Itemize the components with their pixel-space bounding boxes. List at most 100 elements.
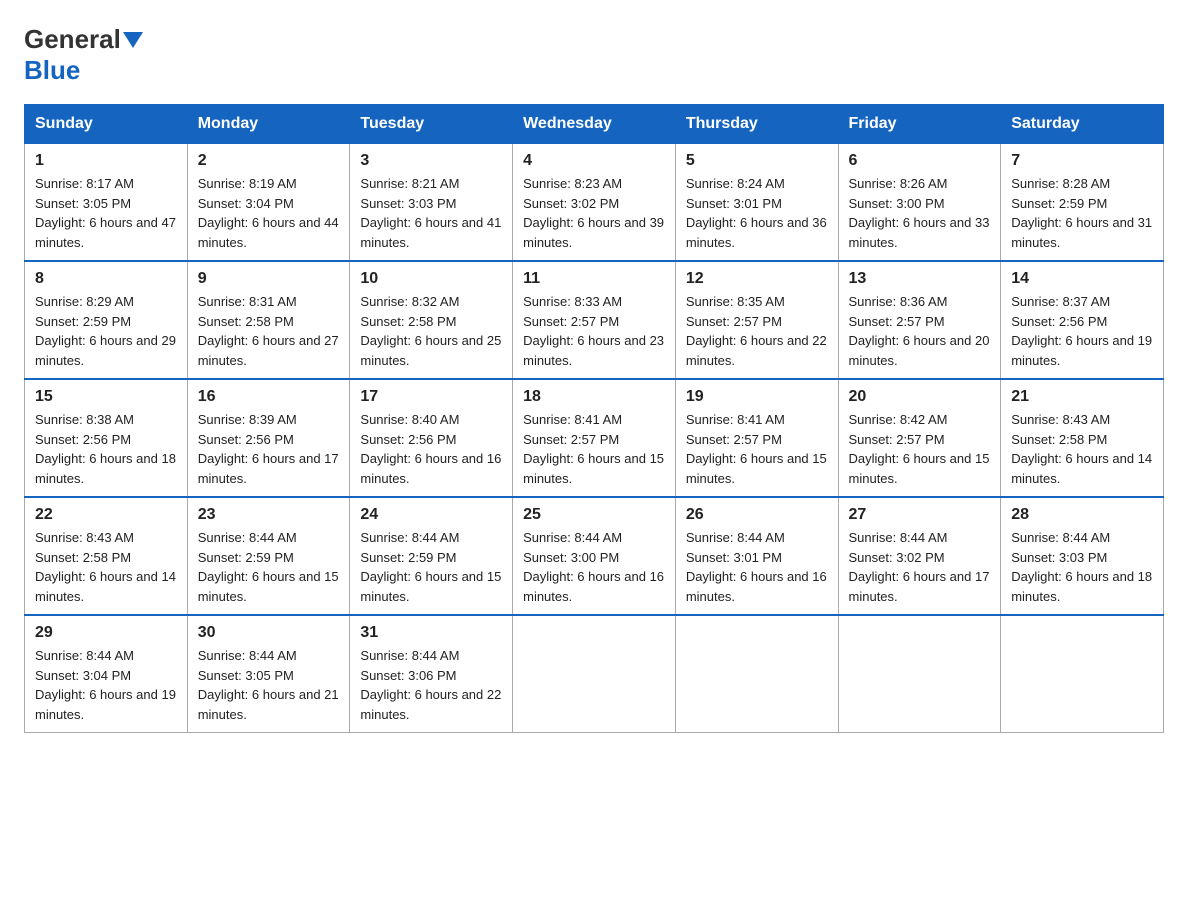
- day-info: Sunrise: 8:44 AMSunset: 3:02 PMDaylight:…: [849, 530, 990, 604]
- calendar-day-cell: 8 Sunrise: 8:29 AMSunset: 2:59 PMDayligh…: [25, 261, 188, 379]
- empty-day-cell: [1001, 615, 1164, 733]
- day-info: Sunrise: 8:23 AMSunset: 3:02 PMDaylight:…: [523, 176, 664, 250]
- day-info: Sunrise: 8:17 AMSunset: 3:05 PMDaylight:…: [35, 176, 176, 250]
- day-info: Sunrise: 8:28 AMSunset: 2:59 PMDaylight:…: [1011, 176, 1152, 250]
- page-header: General Blue: [24, 24, 1164, 86]
- day-number: 6: [849, 152, 991, 170]
- calendar-day-cell: 25 Sunrise: 8:44 AMSunset: 3:00 PMDaylig…: [513, 497, 676, 615]
- weekday-header-monday: Monday: [187, 105, 350, 144]
- calendar-day-cell: 26 Sunrise: 8:44 AMSunset: 3:01 PMDaylig…: [675, 497, 838, 615]
- day-number: 3: [360, 152, 502, 170]
- calendar-day-cell: 9 Sunrise: 8:31 AMSunset: 2:58 PMDayligh…: [187, 261, 350, 379]
- day-number: 5: [686, 152, 828, 170]
- calendar-day-cell: 21 Sunrise: 8:43 AMSunset: 2:58 PMDaylig…: [1001, 379, 1164, 497]
- day-info: Sunrise: 8:41 AMSunset: 2:57 PMDaylight:…: [686, 412, 827, 486]
- day-info: Sunrise: 8:44 AMSunset: 3:06 PMDaylight:…: [360, 648, 501, 722]
- day-number: 1: [35, 152, 177, 170]
- day-info: Sunrise: 8:43 AMSunset: 2:58 PMDaylight:…: [35, 530, 176, 604]
- calendar-week-row: 22 Sunrise: 8:43 AMSunset: 2:58 PMDaylig…: [25, 497, 1164, 615]
- calendar-day-cell: 22 Sunrise: 8:43 AMSunset: 2:58 PMDaylig…: [25, 497, 188, 615]
- calendar-week-row: 15 Sunrise: 8:38 AMSunset: 2:56 PMDaylig…: [25, 379, 1164, 497]
- calendar-day-cell: 20 Sunrise: 8:42 AMSunset: 2:57 PMDaylig…: [838, 379, 1001, 497]
- weekday-header-tuesday: Tuesday: [350, 105, 513, 144]
- day-number: 31: [360, 624, 502, 642]
- day-number: 10: [360, 270, 502, 288]
- calendar-day-cell: 11 Sunrise: 8:33 AMSunset: 2:57 PMDaylig…: [513, 261, 676, 379]
- calendar-day-cell: 16 Sunrise: 8:39 AMSunset: 2:56 PMDaylig…: [187, 379, 350, 497]
- day-info: Sunrise: 8:19 AMSunset: 3:04 PMDaylight:…: [198, 176, 339, 250]
- day-number: 4: [523, 152, 665, 170]
- day-number: 8: [35, 270, 177, 288]
- day-info: Sunrise: 8:41 AMSunset: 2:57 PMDaylight:…: [523, 412, 664, 486]
- calendar-day-cell: 28 Sunrise: 8:44 AMSunset: 3:03 PMDaylig…: [1001, 497, 1164, 615]
- day-info: Sunrise: 8:26 AMSunset: 3:00 PMDaylight:…: [849, 176, 990, 250]
- day-info: Sunrise: 8:37 AMSunset: 2:56 PMDaylight:…: [1011, 294, 1152, 368]
- day-info: Sunrise: 8:38 AMSunset: 2:56 PMDaylight:…: [35, 412, 176, 486]
- day-number: 28: [1011, 506, 1153, 524]
- weekday-header-thursday: Thursday: [675, 105, 838, 144]
- day-info: Sunrise: 8:21 AMSunset: 3:03 PMDaylight:…: [360, 176, 501, 250]
- day-info: Sunrise: 8:29 AMSunset: 2:59 PMDaylight:…: [35, 294, 176, 368]
- weekday-header-friday: Friday: [838, 105, 1001, 144]
- weekday-header-saturday: Saturday: [1001, 105, 1164, 144]
- day-number: 22: [35, 506, 177, 524]
- calendar-day-cell: 13 Sunrise: 8:36 AMSunset: 2:57 PMDaylig…: [838, 261, 1001, 379]
- day-number: 12: [686, 270, 828, 288]
- day-number: 9: [198, 270, 340, 288]
- calendar-day-cell: 1 Sunrise: 8:17 AMSunset: 3:05 PMDayligh…: [25, 144, 188, 262]
- day-number: 29: [35, 624, 177, 642]
- calendar-week-row: 1 Sunrise: 8:17 AMSunset: 3:05 PMDayligh…: [25, 144, 1164, 262]
- calendar-day-cell: 15 Sunrise: 8:38 AMSunset: 2:56 PMDaylig…: [25, 379, 188, 497]
- day-number: 13: [849, 270, 991, 288]
- empty-day-cell: [838, 615, 1001, 733]
- empty-day-cell: [513, 615, 676, 733]
- day-number: 19: [686, 388, 828, 406]
- calendar-day-cell: 31 Sunrise: 8:44 AMSunset: 3:06 PMDaylig…: [350, 615, 513, 733]
- day-number: 30: [198, 624, 340, 642]
- day-number: 16: [198, 388, 340, 406]
- logo-blue-text: Blue: [24, 55, 80, 86]
- calendar-day-cell: 10 Sunrise: 8:32 AMSunset: 2:58 PMDaylig…: [350, 261, 513, 379]
- calendar-day-cell: 29 Sunrise: 8:44 AMSunset: 3:04 PMDaylig…: [25, 615, 188, 733]
- day-number: 11: [523, 270, 665, 288]
- logo-general-text: General: [24, 24, 121, 55]
- day-number: 24: [360, 506, 502, 524]
- logo-arrow-icon: [123, 32, 143, 48]
- day-number: 18: [523, 388, 665, 406]
- calendar-day-cell: 4 Sunrise: 8:23 AMSunset: 3:02 PMDayligh…: [513, 144, 676, 262]
- calendar-day-cell: 2 Sunrise: 8:19 AMSunset: 3:04 PMDayligh…: [187, 144, 350, 262]
- day-number: 26: [686, 506, 828, 524]
- calendar-day-cell: 19 Sunrise: 8:41 AMSunset: 2:57 PMDaylig…: [675, 379, 838, 497]
- weekday-header-row: SundayMondayTuesdayWednesdayThursdayFrid…: [25, 105, 1164, 144]
- day-info: Sunrise: 8:44 AMSunset: 2:59 PMDaylight:…: [198, 530, 339, 604]
- calendar-day-cell: 23 Sunrise: 8:44 AMSunset: 2:59 PMDaylig…: [187, 497, 350, 615]
- calendar-day-cell: 17 Sunrise: 8:40 AMSunset: 2:56 PMDaylig…: [350, 379, 513, 497]
- day-info: Sunrise: 8:33 AMSunset: 2:57 PMDaylight:…: [523, 294, 664, 368]
- calendar-day-cell: 7 Sunrise: 8:28 AMSunset: 2:59 PMDayligh…: [1001, 144, 1164, 262]
- day-info: Sunrise: 8:40 AMSunset: 2:56 PMDaylight:…: [360, 412, 501, 486]
- calendar-day-cell: 30 Sunrise: 8:44 AMSunset: 3:05 PMDaylig…: [187, 615, 350, 733]
- day-info: Sunrise: 8:32 AMSunset: 2:58 PMDaylight:…: [360, 294, 501, 368]
- empty-day-cell: [675, 615, 838, 733]
- day-info: Sunrise: 8:31 AMSunset: 2:58 PMDaylight:…: [198, 294, 339, 368]
- day-info: Sunrise: 8:44 AMSunset: 3:05 PMDaylight:…: [198, 648, 339, 722]
- day-info: Sunrise: 8:43 AMSunset: 2:58 PMDaylight:…: [1011, 412, 1152, 486]
- day-info: Sunrise: 8:42 AMSunset: 2:57 PMDaylight:…: [849, 412, 990, 486]
- day-info: Sunrise: 8:44 AMSunset: 3:01 PMDaylight:…: [686, 530, 827, 604]
- calendar-week-row: 29 Sunrise: 8:44 AMSunset: 3:04 PMDaylig…: [25, 615, 1164, 733]
- day-number: 25: [523, 506, 665, 524]
- calendar-day-cell: 12 Sunrise: 8:35 AMSunset: 2:57 PMDaylig…: [675, 261, 838, 379]
- day-number: 15: [35, 388, 177, 406]
- day-info: Sunrise: 8:44 AMSunset: 2:59 PMDaylight:…: [360, 530, 501, 604]
- calendar-day-cell: 5 Sunrise: 8:24 AMSunset: 3:01 PMDayligh…: [675, 144, 838, 262]
- day-info: Sunrise: 8:44 AMSunset: 3:04 PMDaylight:…: [35, 648, 176, 722]
- day-number: 14: [1011, 270, 1153, 288]
- day-info: Sunrise: 8:24 AMSunset: 3:01 PMDaylight:…: [686, 176, 827, 250]
- calendar-day-cell: 6 Sunrise: 8:26 AMSunset: 3:00 PMDayligh…: [838, 144, 1001, 262]
- day-info: Sunrise: 8:35 AMSunset: 2:57 PMDaylight:…: [686, 294, 827, 368]
- calendar-day-cell: 18 Sunrise: 8:41 AMSunset: 2:57 PMDaylig…: [513, 379, 676, 497]
- logo: General Blue: [24, 24, 145, 86]
- day-number: 23: [198, 506, 340, 524]
- day-info: Sunrise: 8:44 AMSunset: 3:03 PMDaylight:…: [1011, 530, 1152, 604]
- calendar-day-cell: 24 Sunrise: 8:44 AMSunset: 2:59 PMDaylig…: [350, 497, 513, 615]
